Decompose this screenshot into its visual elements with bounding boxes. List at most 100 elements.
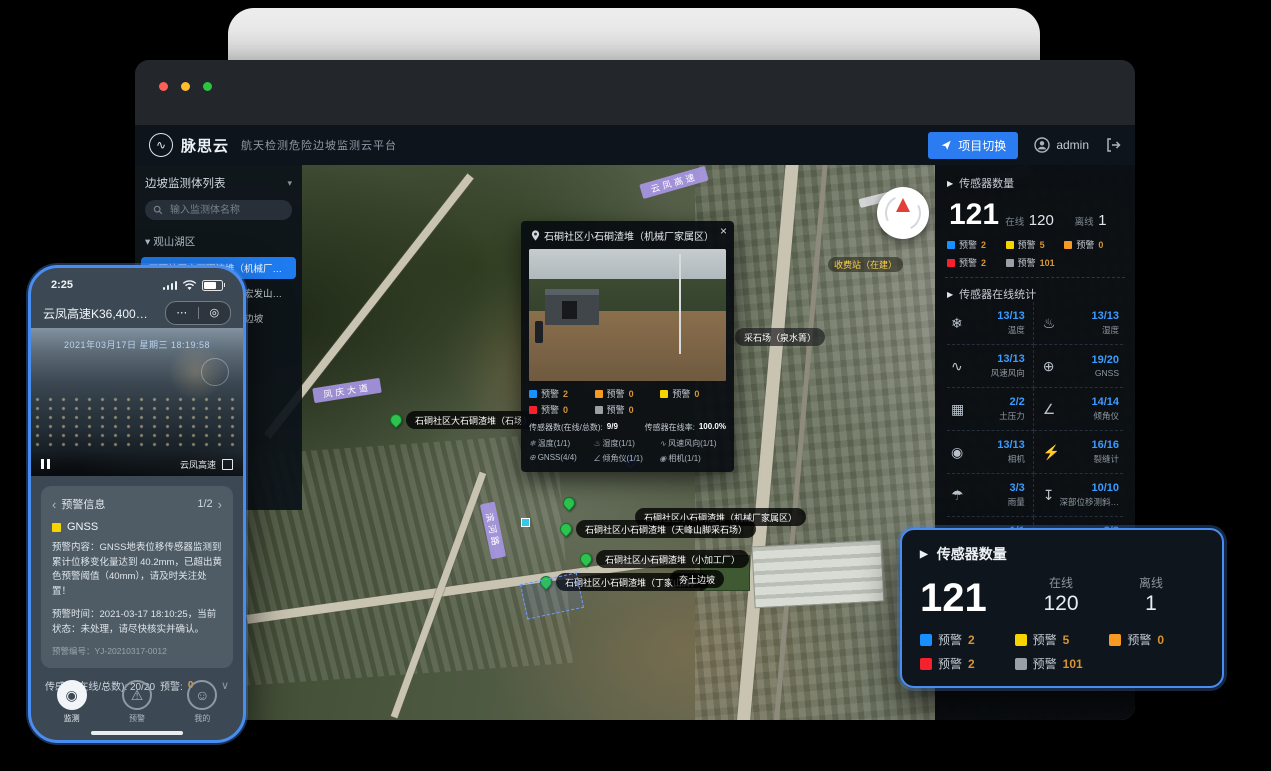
wifi-icon bbox=[182, 280, 197, 291]
map-marker[interactable]: 石硐社区小石硐渣堆（天峰山脚采石场） bbox=[560, 520, 756, 538]
alert-content-text: 预警内容：GNSS地表位移传感器监测到累计位移变化量达到 40.2mm，已超出黄… bbox=[52, 541, 222, 600]
sensor-item: ♨湿度(1/1) bbox=[593, 438, 652, 449]
photo-door bbox=[562, 301, 577, 319]
next-alert-arrow-icon[interactable]: › bbox=[218, 497, 222, 512]
switch-project-button[interactable]: 项目切换 bbox=[928, 132, 1018, 159]
road-banner: 凤庆大道 bbox=[312, 378, 382, 403]
map-sensor-square-marker[interactable] bbox=[521, 518, 530, 527]
sensor-count-title-row[interactable]: ▶ 传感器数量 bbox=[947, 175, 1123, 191]
gnss-icon: ⊕ bbox=[529, 453, 536, 462]
map-compass[interactable] bbox=[877, 187, 929, 239]
camera-icon: ◉ bbox=[951, 444, 963, 461]
home-indicator[interactable] bbox=[91, 731, 183, 735]
stat-cell-soil-pressure[interactable]: ▦2/2土压力 bbox=[947, 388, 1034, 431]
screenshot-stage: ∿ 脉思云 航天检测危险边坡监测云平台 项目切换 admin bbox=[0, 0, 1271, 771]
battery-icon bbox=[202, 280, 223, 291]
monitor-tab-icon: ◉ bbox=[57, 680, 87, 710]
tab-profile[interactable]: ☺ 我的 bbox=[187, 680, 217, 724]
stat-cell-camera[interactable]: ◉13/13相机 bbox=[947, 431, 1034, 474]
offline-stat: 离线 1 bbox=[1060, 212, 1121, 230]
pause-icon[interactable] bbox=[41, 459, 50, 469]
gray-square-icon bbox=[595, 406, 603, 414]
phone-mockup: 2:25 云凤高速K36,400石… ⋯ ◎ 2021年03月17日 星期三 1… bbox=[28, 265, 246, 743]
stat-cell-rain-gauge[interactable]: ☂3/3雨量 bbox=[947, 474, 1034, 517]
navigation-arrow-icon bbox=[940, 139, 952, 151]
sensor-count-title: 传感器数量 bbox=[959, 175, 1014, 191]
map-marker[interactable]: 石硐社区大石硐渣堆（石场） bbox=[390, 411, 541, 429]
soil-pressure-icon: ▦ bbox=[951, 401, 964, 418]
callout-numbers: 121 在线 120 离线 1 bbox=[920, 574, 1204, 616]
warning-chip-yellow: 预警5 bbox=[1015, 631, 1110, 648]
warning-chip-gray: 预警101 bbox=[1006, 256, 1065, 269]
site-label[interactable]: 采石场（泉水箐） bbox=[735, 328, 825, 346]
gray-square-icon bbox=[1006, 259, 1014, 267]
warning-chip-blue: 预警2 bbox=[920, 631, 1015, 648]
chevron-down-icon: ▾ bbox=[145, 236, 150, 248]
logout-icon[interactable] bbox=[1105, 137, 1121, 153]
orange-square-icon bbox=[1064, 241, 1072, 249]
pin-icon bbox=[531, 230, 540, 241]
stat-cell-tiltmeter[interactable]: ∠14/14倾角仪 bbox=[1034, 388, 1123, 431]
callout-offline-stat: 离线 1 bbox=[1106, 574, 1196, 616]
maximize-window-button[interactable] bbox=[203, 82, 212, 91]
sensor-stats-title-row[interactable]: ▶ 传感器在线统计 bbox=[947, 286, 1123, 302]
temperature-icon: ❄ bbox=[529, 439, 536, 448]
red-square-icon bbox=[529, 406, 537, 414]
more-menu-icon[interactable]: ⋯ bbox=[166, 303, 198, 323]
popup-warning-chips: 预警2 预警0 预警0 预警0 预警0 bbox=[529, 387, 726, 416]
site-label[interactable]: 夯土边坡 bbox=[670, 570, 724, 588]
sensor-item: ∠倾角仪(1/1) bbox=[593, 453, 652, 464]
prev-alert-arrow-icon[interactable]: ‹ bbox=[52, 497, 56, 512]
live-video-player[interactable]: 2021年03月17日 星期三 18:19:58 云凤高速 bbox=[31, 328, 243, 476]
warning-chip-gray: 预警101 bbox=[1015, 655, 1110, 672]
close-target-icon[interactable]: ◎ bbox=[199, 303, 231, 323]
alert-type-label: GNSS bbox=[67, 521, 98, 533]
username: admin bbox=[1056, 138, 1089, 152]
switch-project-label: 项目切换 bbox=[958, 137, 1006, 154]
sidebar-group-row[interactable]: ▾ 观山湖区 bbox=[135, 225, 302, 254]
alert-card-title: 预警信息 bbox=[61, 496, 105, 512]
close-icon[interactable]: × bbox=[720, 225, 727, 237]
user-menu[interactable]: admin bbox=[1034, 137, 1089, 153]
search-icon bbox=[153, 205, 163, 215]
map-marker[interactable]: 夯土边坡 bbox=[670, 570, 724, 588]
video-city-lights bbox=[31, 395, 243, 451]
map-pin-icon bbox=[388, 412, 405, 429]
site-info-popup: 石硐社区小石硐渣堆（机械厂家属区） × 预警2 预警0 bbox=[521, 221, 734, 472]
site-label[interactable]: 石硐社区小石硐渣堆（天峰山脚采石场） bbox=[576, 520, 756, 538]
stat-cell-deep-displacement[interactable]: ↧10/10深部位移测斜… bbox=[1034, 474, 1123, 517]
map-pin-icon bbox=[578, 551, 595, 568]
sensor-item: ⊕GNSS(4/4) bbox=[529, 453, 586, 464]
tab-alerts[interactable]: ⚠ 预警 bbox=[122, 680, 152, 724]
blue-square-icon bbox=[920, 634, 932, 646]
humidity-icon: ♨ bbox=[593, 439, 600, 448]
camera-icon: ◉ bbox=[659, 454, 666, 463]
map-marker[interactable]: 采石场（泉水箐） bbox=[735, 328, 825, 346]
minimize-window-button[interactable] bbox=[181, 82, 190, 91]
fullscreen-icon[interactable] bbox=[222, 459, 233, 470]
stat-cell-wind[interactable]: ∿13/13风速风向 bbox=[947, 345, 1034, 388]
site-label[interactable]: 石硐社区小石硐渣堆（小加工厂） bbox=[596, 550, 749, 568]
poi-label-construction: 收费站（在建） bbox=[828, 257, 903, 272]
rain-gauge-icon: ☂ bbox=[951, 487, 964, 504]
online-rate-label: 传感器在线率: bbox=[645, 422, 695, 433]
warning-chip-yellow: 预警0 bbox=[660, 387, 726, 400]
popup-title: 石硐社区小石硐渣堆（机械厂家属区） bbox=[544, 228, 714, 243]
sensor-count-numbers: 121 在线 120 离线 1 bbox=[949, 200, 1121, 230]
close-window-button[interactable] bbox=[159, 82, 168, 91]
map-marker[interactable]: 石硐社区小石硐渣堆（小加工厂） bbox=[580, 550, 749, 568]
stat-cell-temperature[interactable]: ❄13/13温度 bbox=[947, 302, 1034, 345]
sidebar-list-title: 边坡监测体列表 bbox=[145, 175, 226, 191]
sidebar-search[interactable] bbox=[145, 200, 292, 220]
alert-time-text: 预警时间：2021-03-17 18:10:25，当前状态：未处理，请尽快核实并… bbox=[52, 608, 222, 637]
deep-displacement-icon: ↧ bbox=[1043, 487, 1055, 504]
stat-cell-crack-meter[interactable]: ⚡16/16裂缝计 bbox=[1034, 431, 1123, 474]
search-input[interactable] bbox=[168, 204, 284, 217]
tab-monitor[interactable]: ◉ 监测 bbox=[57, 680, 87, 724]
sensor-stats-grid: ❄13/13温度 ♨13/13湿度 ∿13/13风速风向 ⊕19/20GNSS … bbox=[947, 302, 1123, 560]
site-photo bbox=[529, 249, 726, 381]
stat-cell-humidity[interactable]: ♨13/13湿度 bbox=[1034, 302, 1123, 345]
stat-cell-gnss[interactable]: ⊕19/20GNSS bbox=[1034, 345, 1123, 388]
map-pin-icon[interactable] bbox=[561, 495, 578, 512]
sidebar-list-title-row[interactable]: 边坡监测体列表 ▾ bbox=[135, 171, 302, 195]
